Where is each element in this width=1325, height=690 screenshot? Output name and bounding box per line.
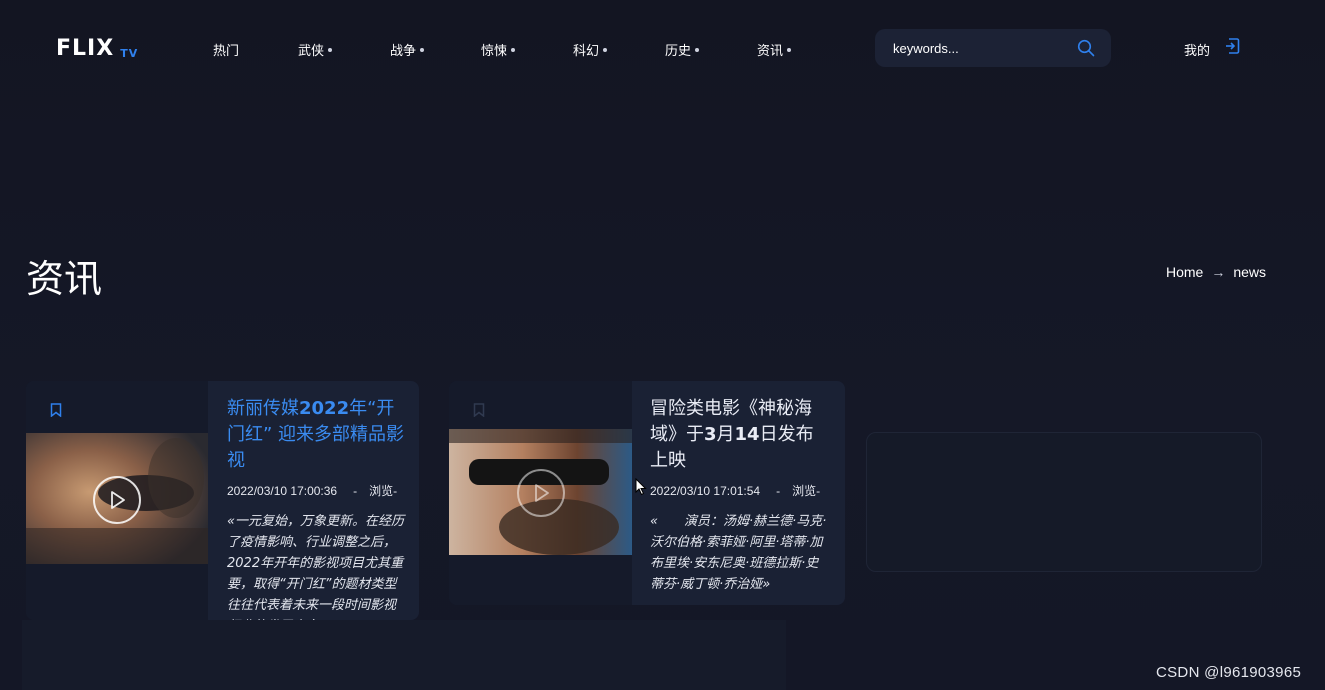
play-icon[interactable] <box>517 469 565 517</box>
nav-item-label: 历史 <box>665 43 692 58</box>
card-views: 浏览- <box>792 484 821 498</box>
card-thumb-column <box>26 381 208 620</box>
nav-item-label: 惊悚 <box>481 43 508 58</box>
logo-subtext: TV <box>120 47 139 60</box>
search-box <box>875 29 1111 67</box>
page-title: 资讯 <box>26 257 103 301</box>
card-date: 2022/03/10 17:01:54 <box>650 484 761 498</box>
breadcrumb-home-link[interactable]: Home <box>1166 264 1203 280</box>
play-icon[interactable] <box>93 476 141 524</box>
card-description: «一元复始，万象更新。在经历了疫情影响、行业调整之后，2022年开年的影视项目尤… <box>227 514 405 620</box>
nav-item-label: 热门 <box>213 43 240 58</box>
card-meta: 2022/03/10 17:00:36 - 浏览- <box>227 482 407 499</box>
news-card[interactable]: 冒险类电影《神秘海域》于3月14日发布上映 2022/03/10 17:01:5… <box>449 381 845 605</box>
bookmark-icon[interactable] <box>473 403 485 418</box>
card-date: 2022/03/10 17:00:36 <box>227 484 338 498</box>
nav-item-news[interactable]: 资讯 <box>757 40 792 59</box>
breadcrumb: Home → news <box>1166 264 1266 280</box>
search-icon[interactable] <box>1077 39 1095 57</box>
dropdown-dot-icon <box>695 48 700 52</box>
nav-item-label: 战争 <box>390 43 417 58</box>
dropdown-dot-icon <box>511 48 516 52</box>
bookmark-icon[interactable] <box>50 403 62 418</box>
card-title-bold: 14 <box>734 424 760 445</box>
card-body: 冒险类电影《神秘海域》于3月14日发布上映 2022/03/10 17:01:5… <box>650 381 830 595</box>
next-card-row <box>22 620 786 690</box>
card-description: « 演员：汤姆·赫兰德·马克·沃尔伯格·索菲娅·阿里·塔蒂·加布里埃·安东尼奥·… <box>650 514 827 592</box>
search-input[interactable] <box>875 29 1065 67</box>
watermark: CSDN @l961903965 <box>1156 664 1302 681</box>
card-thumbnail[interactable] <box>449 429 632 555</box>
card-thumbnail[interactable] <box>26 433 208 564</box>
dropdown-dot-icon <box>603 48 608 52</box>
nav-item-wuxia[interactable]: 武侠 <box>298 40 333 59</box>
site-header: FLIX TV 热门 武侠 战争 惊悚 科幻 历史 资讯 keywords...… <box>0 0 1325 96</box>
site-logo[interactable]: FLIX TV <box>56 36 138 61</box>
card-title-text: 月 <box>716 424 735 445</box>
card-title[interactable]: 新丽传媒2022年“开门红” 迎来多部精品影视 <box>227 396 407 474</box>
user-label: 我的 <box>1184 43 1211 58</box>
page: FLIX TV 热门 武侠 战争 惊悚 科幻 历史 资讯 keywords...… <box>0 0 1325 690</box>
news-card[interactable]: 新丽传媒2022年“开门红” 迎来多部精品影视 2022/03/10 17:00… <box>26 381 419 620</box>
dropdown-dot-icon <box>420 48 425 52</box>
logo-text: FLIX <box>56 36 115 61</box>
nav-item-history[interactable]: 历史 <box>665 40 700 59</box>
card-thumb-column <box>449 381 632 605</box>
card-title-bold: 2022 <box>299 398 350 419</box>
arrow-right-icon: → <box>1211 264 1226 280</box>
card-title-bold: 3 <box>704 424 717 445</box>
nav-item-label: 资讯 <box>757 43 784 58</box>
dropdown-dot-icon <box>787 48 792 52</box>
nav-item-label: 武侠 <box>298 43 325 58</box>
news-card-placeholder <box>866 432 1262 572</box>
mouse-cursor-icon <box>635 477 647 501</box>
meta-separator: - <box>353 484 358 498</box>
nav-item-label: 科幻 <box>573 43 600 58</box>
card-body: 新丽传媒2022年“开门红” 迎来多部精品影视 2022/03/10 17:00… <box>227 381 407 620</box>
dropdown-dot-icon <box>328 48 333 52</box>
nav-item-hot[interactable]: 热门 <box>213 40 239 59</box>
meta-separator: - <box>776 484 781 498</box>
nav-item-war[interactable]: 战争 <box>390 40 425 59</box>
nav-item-thriller[interactable]: 惊悚 <box>481 40 516 59</box>
card-views: 浏览- <box>369 484 398 498</box>
card-meta: 2022/03/10 17:01:54 - 浏览- <box>650 482 830 499</box>
card-title[interactable]: 冒险类电影《神秘海域》于3月14日发布上映 <box>650 396 830 474</box>
nav-item-scifi[interactable]: 科幻 <box>573 40 608 59</box>
breadcrumb-current: news <box>1233 264 1267 280</box>
login-icon[interactable] <box>1224 37 1240 55</box>
user-menu[interactable]: 我的 <box>1184 38 1240 59</box>
card-title-text: 新丽传媒 <box>227 398 299 419</box>
